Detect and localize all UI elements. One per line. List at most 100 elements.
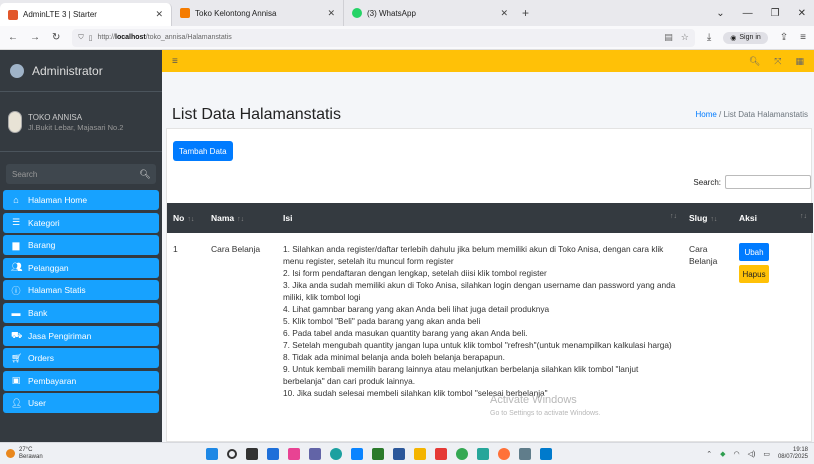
windows-start-icon[interactable] bbox=[206, 447, 218, 460]
volume-icon[interactable]: ◁) bbox=[748, 450, 756, 458]
search-icon[interactable]: 🔍︎ bbox=[749, 56, 760, 67]
sidebar-item-pembayaran[interactable]: ▣ Pembayaran bbox=[3, 370, 159, 391]
fullscreen-icon[interactable]: ⤧ bbox=[774, 56, 781, 67]
avatar bbox=[8, 110, 22, 133]
breadcrumb-current: List Data Halamanstatis bbox=[723, 110, 808, 119]
info-icon: ⓘ bbox=[11, 285, 21, 296]
delete-button[interactable]: Hapus bbox=[739, 265, 769, 283]
store-address: Jl.Bukit Lebar, Majasari No.2 bbox=[28, 122, 124, 132]
sidebar-item-pelanggan[interactable]: 👥︎ Pelanggan bbox=[3, 257, 159, 278]
close-tab-icon[interactable]: ✕ bbox=[500, 8, 508, 19]
page-title: List Data Halamanstatis bbox=[172, 106, 341, 123]
battery-icon[interactable]: ▭ bbox=[763, 450, 770, 458]
column-header-slug[interactable]: Slug ↑↓ bbox=[683, 203, 733, 233]
word-icon[interactable] bbox=[393, 447, 405, 460]
sidebar-search: 🔍︎ bbox=[6, 164, 156, 184]
teams-icon[interactable] bbox=[309, 447, 321, 460]
search-icon[interactable]: 🔍︎ bbox=[134, 164, 156, 184]
activate-windows-watermark: Activate Windows Go to Settings to activ… bbox=[490, 394, 601, 417]
back-icon[interactable]: ← bbox=[8, 32, 18, 43]
browser-tab-toko[interactable]: Toko Kelontong Annisa ✕ bbox=[172, 0, 344, 26]
add-data-button[interactable]: Tambah Data bbox=[173, 141, 233, 161]
tab-title: Toko Kelontong Annisa bbox=[195, 8, 277, 18]
edge-icon[interactable] bbox=[330, 447, 342, 460]
download-icon[interactable]: ⤓ bbox=[707, 32, 711, 43]
new-tab-icon[interactable]: + bbox=[516, 0, 535, 26]
extensions-icon[interactable]: ⇪ bbox=[780, 32, 788, 43]
sort-icon: ↑↓ bbox=[800, 213, 807, 220]
address-bar[interactable]: ⛉ ▯ http://localhost/toko_annisa/Halaman… bbox=[72, 28, 695, 47]
photos-app-icon[interactable] bbox=[288, 447, 300, 460]
sidebar-item-bank[interactable]: ▬ Bank bbox=[3, 302, 159, 323]
cell-nama: Cara Belanja bbox=[211, 244, 261, 254]
wifi-icon[interactable]: ◠ bbox=[734, 450, 740, 458]
column-header-aksi[interactable]: Aksi ↑↓ bbox=[733, 203, 813, 233]
close-tab-icon[interactable]: ✕ bbox=[155, 9, 163, 20]
list-item: 7. Setelah mengubah quantity jangan lupa… bbox=[283, 340, 672, 350]
close-tab-icon[interactable]: ✕ bbox=[327, 8, 335, 19]
sidebar-item-orders[interactable]: 🛒︎ Orders bbox=[3, 348, 159, 369]
sidebar-item-user[interactable]: 👤︎ User bbox=[3, 393, 159, 414]
weather-condition: Berawan bbox=[19, 453, 43, 460]
chevron-up-icon[interactable]: ⌃ bbox=[706, 450, 712, 458]
close-window-icon[interactable]: ✕ bbox=[798, 8, 806, 19]
list-item: 1. Silahkan anda register/daftar terlebi… bbox=[283, 244, 664, 266]
column-header-nama[interactable]: Nama ↑↓ bbox=[205, 203, 277, 233]
settings-icon[interactable] bbox=[519, 447, 531, 460]
edit-button[interactable]: Ubah bbox=[739, 243, 769, 261]
browser-tab-adminlte[interactable]: AdminLTE 3 | Starter ✕ bbox=[0, 3, 172, 26]
sidebar-menu: ⌂ Halaman Home ☰ Kategori ▆ Barang 👥︎ Pelang… bbox=[0, 190, 162, 414]
home-icon: ⌂ bbox=[13, 195, 19, 205]
minimize-icon[interactable]: — bbox=[743, 8, 753, 19]
chrome-icon[interactable] bbox=[456, 447, 468, 460]
table-search-input[interactable] bbox=[725, 175, 811, 189]
store-icon[interactable] bbox=[351, 447, 363, 460]
sign-in-button[interactable]: ◉ Sign in bbox=[723, 31, 768, 44]
forward-icon[interactable]: → bbox=[30, 32, 40, 43]
column-header-isi[interactable]: Isi ↑↓ bbox=[277, 203, 683, 233]
list-item: 3. Jika anda sudah memiliki akun di Toko… bbox=[283, 280, 676, 302]
list-item: 8. Tidak ada minimal belanja anda boleh … bbox=[283, 352, 505, 362]
vpn-icon[interactable] bbox=[372, 447, 384, 460]
column-header-no[interactable]: No ↑↓ bbox=[167, 203, 205, 233]
brand-link[interactable]: Administrator bbox=[0, 50, 162, 92]
sidebar-item-barang[interactable]: ▆ Barang bbox=[3, 235, 159, 256]
maximize-icon[interactable]: ❐ bbox=[771, 8, 780, 19]
app-icon[interactable] bbox=[477, 447, 489, 460]
widgets-icon[interactable] bbox=[267, 447, 279, 460]
sidebar-item-kategori[interactable]: ☰ Kategori bbox=[3, 212, 159, 233]
menu-icon[interactable]: ≡ bbox=[800, 32, 806, 43]
vscode-icon[interactable] bbox=[540, 447, 552, 460]
weather-widget[interactable]: 27°C Berawan bbox=[6, 447, 166, 461]
brand-logo-icon bbox=[10, 63, 24, 78]
file-explorer-icon[interactable] bbox=[414, 447, 426, 460]
firefox-icon[interactable] bbox=[498, 447, 510, 460]
search-icon[interactable] bbox=[227, 448, 237, 459]
browser-nav-bar: ← → ↻ ⛉ ▯ http://localhost/toko_annisa/H… bbox=[0, 26, 814, 50]
sidebar-item-jasa-pengiriman[interactable]: ⛟ Jasa Pengiriman bbox=[3, 325, 159, 346]
system-tray: ⌃ ◆ ◠ ◁) ▭ 19:18 08/07/2025 bbox=[706, 447, 808, 461]
store-name[interactable]: TOKO ANNISA bbox=[28, 112, 123, 123]
app-tray-icon[interactable]: ◆ bbox=[720, 450, 725, 458]
data-table: No ↑↓ Nama ↑↓ Isi ↑↓ Slug ↑↓ Aksi ↑↓ 1 Cara B… bbox=[167, 203, 813, 409]
hamburger-menu-icon[interactable]: ≡ bbox=[172, 56, 178, 67]
sidebar-item-halaman-home[interactable]: ⌂ Halaman Home bbox=[3, 190, 159, 210]
music-app-icon[interactable] bbox=[435, 447, 447, 460]
reload-icon[interactable]: ↻ bbox=[52, 32, 60, 43]
sort-icon: ↑↓ bbox=[710, 216, 718, 223]
bookmark-star-icon[interactable]: ☆ bbox=[681, 32, 689, 43]
reader-view-icon[interactable]: ▤ bbox=[664, 32, 673, 43]
clock[interactable]: 19:18 08/07/2025 bbox=[778, 447, 808, 461]
shield-icon: ⛉ bbox=[78, 33, 84, 41]
whatsapp-favicon-icon bbox=[352, 8, 362, 18]
browser-tab-whatsapp[interactable]: (3) WhatsApp ✕ bbox=[344, 0, 516, 26]
apps-grid-icon[interactable]: ▦ bbox=[795, 56, 804, 67]
truck-icon: ⛟ bbox=[11, 329, 23, 340]
sidebar-item-halaman-statis[interactable]: ⓘ Halaman Statis bbox=[3, 280, 159, 301]
bank-icon: ▬ bbox=[11, 307, 21, 318]
task-view-icon[interactable] bbox=[246, 447, 258, 460]
tab-list-icon[interactable]: ⌄ bbox=[716, 8, 724, 19]
breadcrumb-home-link[interactable]: Home bbox=[695, 110, 716, 119]
sidebar-search-input[interactable] bbox=[6, 164, 134, 184]
list-item: 6. Pada tabel anda masukan quantity bara… bbox=[283, 328, 528, 338]
